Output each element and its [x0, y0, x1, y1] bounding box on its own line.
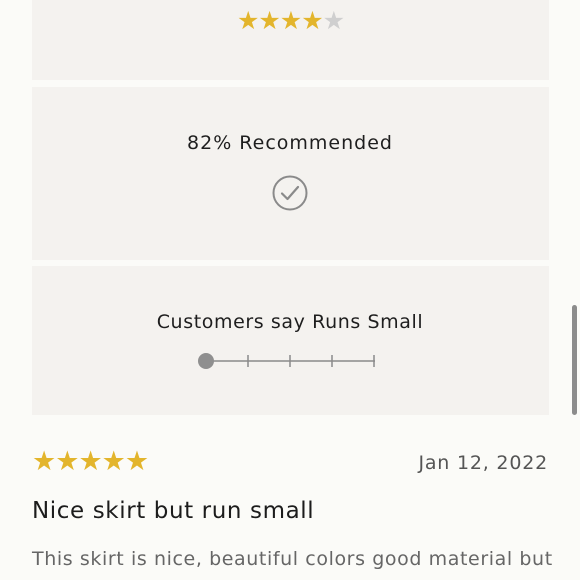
review-body: This skirt is nice, beautiful colors goo…: [32, 548, 553, 570]
star-empty-icon: ★: [322, 6, 345, 35]
recommend-percentage: 82% Recommended: [187, 132, 393, 154]
checkmark-circle-icon: [272, 175, 308, 211]
star-icon: ★: [279, 6, 302, 35]
fit-panel: [32, 266, 549, 415]
star-icon: ★: [301, 6, 323, 35]
review-rating-stars: ★★★★★: [32, 446, 149, 477]
fit-scale: [198, 353, 375, 369]
review-date: Jan 12, 2022: [418, 452, 548, 474]
star-icon: ★: [236, 6, 259, 35]
scrollbar[interactable]: [572, 305, 577, 415]
average-rating-stars: ★★★★★: [32, 6, 549, 36]
star-icon: ★: [101, 446, 126, 477]
star-icon: ★: [78, 446, 102, 477]
review-title: Nice skirt but run small: [32, 498, 315, 524]
fit-summary: Customers say Runs Small: [156, 311, 424, 333]
average-rating-panel: ★★★★★: [32, 0, 549, 80]
star-icon: ★: [32, 446, 56, 477]
star-icon: ★: [55, 446, 79, 477]
star-icon: ★: [124, 446, 149, 477]
star-icon: ★: [258, 6, 280, 35]
fit-scale-marker: [198, 353, 214, 369]
